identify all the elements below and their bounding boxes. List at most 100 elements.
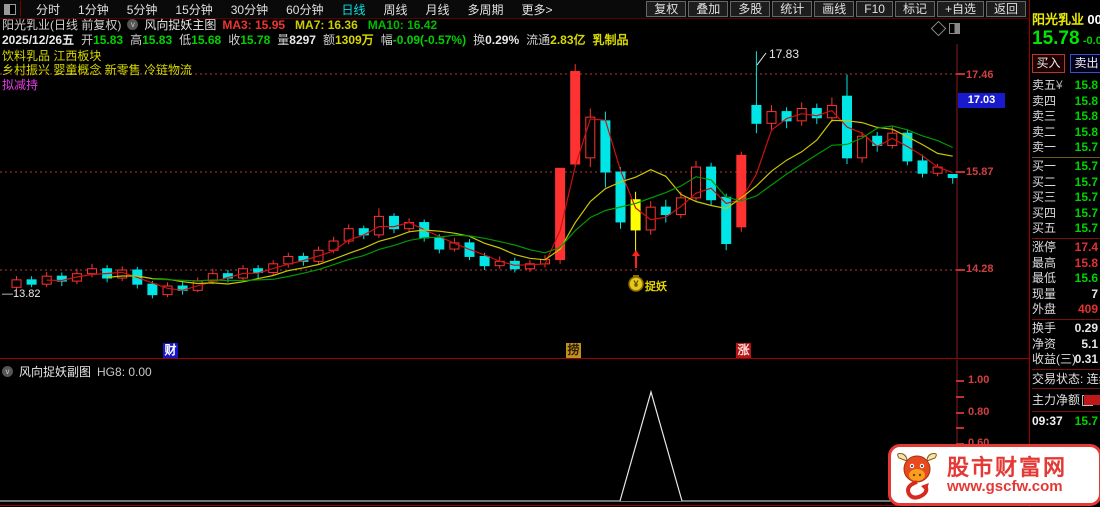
ask-row[interactable]: 卖五¥ 15.8: [1032, 78, 1100, 94]
bid-row[interactable]: 买五 15.7: [1032, 221, 1100, 237]
ask-row[interactable]: 卖四 15.8: [1032, 94, 1100, 110]
buy-button[interactable]: 买入: [1032, 54, 1065, 73]
stat-row: 最低 15.6: [1032, 271, 1098, 286]
quote-info-item: 低15.68: [179, 33, 222, 47]
period-menu-item[interactable]: 更多>: [513, 1, 562, 18]
alert-tag: 拟减持: [2, 78, 39, 92]
period-menu-item[interactable]: 5分钟: [118, 1, 167, 18]
panel-stock-code: 0013: [1087, 12, 1100, 27]
ask-row[interactable]: 卖三 15.8: [1032, 109, 1100, 125]
quote-info-item: 幅-0.09(-0.57%): [380, 33, 467, 47]
quote-info-item: 高15.83: [130, 33, 173, 47]
chart-title-row: 阳光乳业(日线 前复权) v 风向捉妖主图 MA3: 15.95 MA7: 16.…: [2, 18, 437, 33]
ask-row[interactable]: 卖二 15.8: [1032, 125, 1100, 141]
ask-rows: 卖五¥ 15.8 卖四 15.8 卖三 15.8 卖二 15.8 卖一 15.7: [1032, 78, 1100, 156]
logo-site-name: 股市财富网: [947, 454, 1068, 480]
bid-row[interactable]: 买三 15.7: [1032, 190, 1100, 206]
order-book: 卖五¥ 15.8 卖四 15.8 卖三 15.8 卖二 15.8 卖一 15.7 买一 15.7 买二…: [1032, 78, 1100, 429]
sub-axis-label: 1.00: [968, 374, 990, 386]
toolbar-button[interactable]: 叠加: [688, 1, 729, 17]
main-force-row: 主力净额: [1032, 390, 1100, 410]
ma-value: MA3: 15.95: [222, 17, 286, 32]
quote-info-item: 量8297: [277, 33, 316, 47]
panel-section-divider: [1032, 318, 1100, 320]
toolbar-button[interactable]: 返回: [985, 1, 1026, 17]
panel-section-divider: [1032, 410, 1100, 412]
quote-info-item: 2025/12/26五: [2, 33, 75, 47]
svg-text:17.83: 17.83: [769, 47, 799, 61]
stat-row: 现量 7: [1032, 286, 1098, 301]
bid-row[interactable]: 买二 15.7: [1032, 175, 1100, 191]
diamond-marker-icon[interactable]: [930, 20, 947, 37]
signal-marker: 捞: [566, 343, 581, 358]
stat-row: 换手 0.29: [1032, 320, 1098, 335]
tick-time: 09:37: [1032, 413, 1063, 428]
bull-logo-icon: [897, 453, 937, 500]
quote-panel: 阳光乳业 0013 15.78 -0.09 -0.5 买入 卖出 卖五¥15.8…: [1030, 0, 1100, 507]
period-menu-item[interactable]: 1分钟: [69, 1, 118, 18]
tick-price: 15.7: [1074, 413, 1098, 428]
panel-section-divider: [1032, 237, 1100, 239]
candlestick-chart[interactable]: 17.83 —13.82 ¥ 捉妖: [0, 44, 1030, 358]
last-price: 15.78: [1032, 28, 1080, 49]
watermark-logo[interactable]: 股市财富网 www.gscfw.com: [888, 444, 1100, 506]
order-buttons: 买入 卖出: [1032, 54, 1100, 73]
sub-axis-label: 0.80: [968, 406, 990, 418]
main-force-label: 主力净额: [1032, 392, 1081, 407]
split-view-icon[interactable]: [949, 23, 960, 34]
main-force-bar: [1084, 394, 1100, 405]
ask-row[interactable]: 卖一 15.7: [1032, 140, 1100, 156]
bid-row[interactable]: 买四 15.7: [1032, 206, 1100, 222]
sell-button[interactable]: 卖出: [1070, 54, 1100, 73]
period-menu-item[interactable]: 周线: [374, 1, 416, 18]
highlight-price-box: 17.03: [958, 93, 1005, 108]
price-axis-label: 14.28: [966, 263, 994, 275]
toolbar-buttons: 复权 叠加 多股 统计 画线 F10 标记 +自选 返回: [646, 1, 1030, 17]
toolbar-button[interactable]: F10: [856, 1, 893, 17]
sub-indicator-chart[interactable]: [0, 360, 1030, 506]
signal-marker: 财: [163, 343, 178, 358]
window-split-icon[interactable]: [4, 3, 16, 15]
svg-text:捉妖: 捉妖: [645, 279, 668, 293]
svg-text:¥: ¥: [633, 279, 638, 289]
panel-price-row: 15.78 -0.09 -0.5: [1032, 28, 1100, 50]
ma-values: MA3: 15.95 MA7: 16.36 MA10: 16.42: [222, 18, 437, 32]
toolbar-button[interactable]: 复权: [646, 1, 687, 17]
toolbar-button[interactable]: +自选: [936, 1, 984, 17]
quote-info-item: 换0.29%: [473, 33, 520, 47]
bid-row[interactable]: 买一 15.7: [1032, 159, 1100, 175]
panel-stock-name: 阳光乳业: [1032, 12, 1085, 27]
toolbar-button[interactable]: 多股: [730, 1, 771, 17]
period-menu-item[interactable]: 日线: [332, 1, 374, 18]
period-menu-item[interactable]: 分时: [27, 1, 69, 18]
ma-value: MA10: 16.42: [367, 17, 438, 32]
panel-section-divider: [1032, 368, 1100, 370]
period-menu-item[interactable]: 60分钟: [277, 1, 332, 18]
price-change: -0.09: [1082, 35, 1100, 47]
period-menu-item[interactable]: 15分钟: [166, 1, 221, 18]
quote-info-item: 额1309万: [322, 33, 374, 47]
bid-rows: 买一 15.7 买二 15.7 买三 15.7 买四 15.7 买五 15.7: [1032, 159, 1100, 237]
quote-info-row: 2025/12/26五 开15.83 高15.83 低15.68 收15.78 量8297…: [2, 31, 629, 47]
tick-row: 09:37 15.7: [1032, 413, 1100, 429]
stat-row: 外盘 409: [1032, 302, 1098, 317]
period-menu-item[interactable]: 多周期: [459, 1, 513, 18]
collapse-main-icon[interactable]: v: [127, 19, 139, 30]
quote-info-item: 开15.83: [81, 33, 124, 47]
toolbar-button[interactable]: 统计: [772, 1, 813, 17]
price-axis-label: 17.46: [966, 69, 994, 81]
toolbar-button[interactable]: 标记: [894, 1, 935, 17]
period-menu-item[interactable]: 月线: [417, 1, 459, 18]
period-menu-item[interactable]: 30分钟: [222, 1, 277, 18]
stat-row: 最高 15.8: [1032, 255, 1098, 270]
trade-status-row: 交易状态: 连续: [1032, 371, 1100, 387]
panel-stock-title: 阳光乳业 0013: [1032, 9, 1100, 28]
price-axis-label: 15.87: [966, 166, 994, 178]
logo-texts: 股市财富网 www.gscfw.com: [947, 454, 1068, 495]
trade-status-label: 交易状态:: [1032, 371, 1084, 386]
panel-section-divider: [1032, 387, 1100, 389]
toolbar-button[interactable]: 画线: [814, 1, 855, 17]
toolbar-divider: [20, 1, 21, 17]
stat-rows-1: 涨停 17.4 最高 15.8 最低 15.6 现量 7 外盘 409: [1032, 240, 1100, 318]
ma-value: MA7: 16.36: [295, 17, 358, 32]
